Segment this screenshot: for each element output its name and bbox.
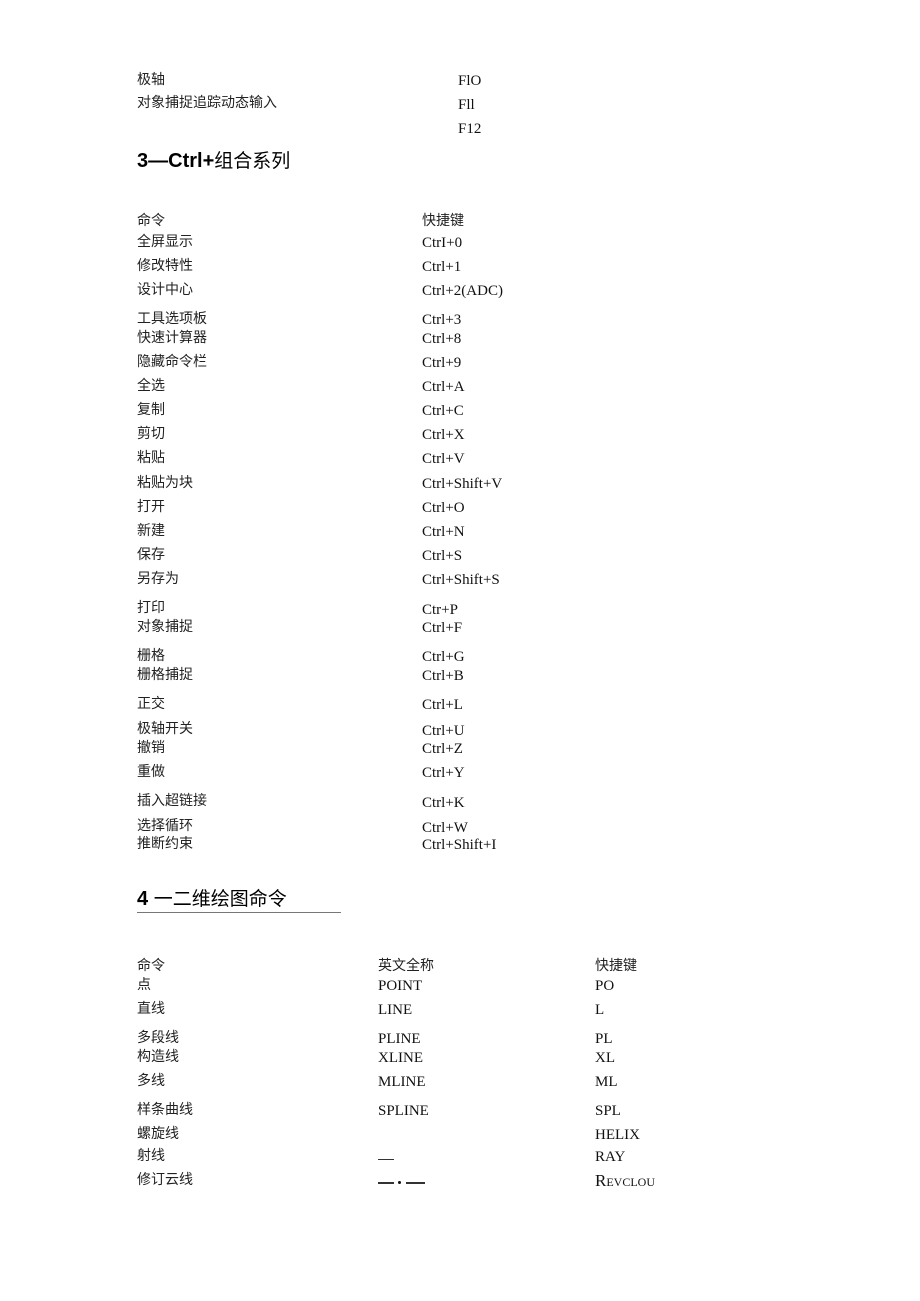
english-name: SPLINE [378, 1103, 429, 1119]
section4-heading: 4 一二维绘图命令 [137, 889, 287, 909]
shortcut-key: Ctrl+3 [422, 312, 462, 328]
command-name: 栅格 [137, 648, 165, 664]
command-name: 撤销 [137, 740, 165, 756]
command-name: 剪切 [137, 426, 165, 442]
shortcut-key: Ctrl+A [422, 379, 465, 395]
command-name: 栅格捕捉 [137, 667, 193, 683]
command-name: 设计中心 [137, 282, 193, 298]
shortcut-key: Ctrl+U [422, 723, 465, 739]
command-name: 打开 [137, 499, 165, 515]
shortcut-key: Ctrl+L [422, 697, 463, 713]
shortcut-key: RAY [595, 1149, 626, 1165]
section3-heading-text: 组合系列 [214, 150, 291, 172]
dash-line-mark [378, 1159, 394, 1160]
shortcut-key: Ctrl+F [422, 620, 463, 636]
command-name: 对象捕捉 [137, 619, 193, 635]
command-name: 射线 [137, 1148, 165, 1164]
dash-line-mark [406, 1182, 425, 1184]
shortcut-key: Ctrl+9 [422, 355, 462, 371]
english-name: XLINE [378, 1050, 423, 1066]
section4-heading-text: 一二维绘图命令 [153, 888, 287, 910]
command-name: 插入超链接 [137, 793, 207, 809]
dot-mark [398, 1181, 401, 1184]
shortcut-key: Ctrl+Y [422, 765, 465, 781]
shortcut-key: XL [595, 1050, 615, 1066]
command-name: 复制 [137, 402, 165, 418]
shortcut-key: Ctrl+2(ADC) [422, 283, 503, 299]
command-name: 对象捕捉追踪动态输入 [137, 95, 277, 111]
section4-heading-num: 4 [137, 888, 149, 910]
section3-heading: 3—Ctrl+组合系列 [137, 151, 290, 171]
command-name: 快速计算器 [137, 330, 207, 346]
shortcut-key: HELIX [595, 1127, 640, 1143]
dash-line-mark [378, 1182, 394, 1184]
section3-heading-num: 3—Ctrl+ [137, 150, 215, 172]
shortcut-key: Ctrl+S [422, 548, 463, 564]
shortcut-key: Revclou [595, 1171, 656, 1190]
shortcut-key: Ctrl+K [422, 795, 465, 811]
column-header-shortcut: 快捷键 [595, 958, 637, 974]
shortcut-key: Ctrl+8 [422, 331, 462, 347]
shortcut-key: Fll [458, 97, 475, 113]
command-name: 新建 [137, 523, 165, 539]
command-name: 另存为 [137, 571, 179, 587]
english-name: LINE [378, 1002, 413, 1018]
command-name: 螺旋线 [137, 1126, 179, 1142]
command-name: 多段线 [137, 1030, 179, 1046]
shortcut-key: Ctrl+B [422, 668, 464, 684]
english-name: PLINE [378, 1031, 421, 1047]
shortcut-key: Ctrl+C [422, 403, 464, 419]
shortcut-key: SPL [595, 1103, 621, 1119]
shortcut-key: Ctrl+O [422, 500, 465, 516]
command-name: 打印 [137, 600, 165, 616]
column-header-command: 命令 [137, 958, 165, 974]
shortcut-key: ML [595, 1074, 618, 1090]
command-name: 修订云线 [137, 1172, 193, 1188]
shortcut-key: L [595, 1002, 605, 1018]
shortcut-key: Ctrl+X [422, 427, 465, 443]
english-name: POINT [378, 978, 423, 994]
command-name: 直线 [137, 1001, 165, 1017]
shortcut-key: PL [595, 1031, 613, 1047]
command-name: 推断约束 [137, 836, 193, 852]
command-name: 极轴 [137, 72, 165, 88]
shortcut-key: PO [595, 978, 615, 994]
shortcut-key: Ctrl+V [422, 451, 465, 467]
command-name: 构造线 [137, 1049, 179, 1065]
shortcut-key: FlO [458, 73, 482, 89]
command-name: 重做 [137, 764, 165, 780]
command-name: 粘贴为块 [137, 475, 193, 491]
shortcut-key: Ctrl+Shift+V [422, 476, 503, 492]
command-name: 极轴开关 [137, 721, 193, 737]
heading-underline [137, 912, 341, 913]
shortcut-key: CtrI+0 [422, 235, 463, 251]
shortcut-key: Ctr+P [422, 602, 458, 618]
shortcut-key: Ctrl+1 [422, 259, 462, 275]
command-name: 样条曲线 [137, 1102, 193, 1118]
command-name: 全选 [137, 378, 165, 394]
command-name: 点 [137, 977, 151, 993]
command-name: 隐藏命令栏 [137, 354, 207, 370]
shortcut-key: Ctrl+N [422, 524, 465, 540]
command-name: 多线 [137, 1073, 165, 1089]
shortcut-key: Ctrl+G [422, 649, 465, 665]
command-name: 粘贴 [137, 450, 165, 466]
english-name: MLINE [378, 1074, 426, 1090]
shortcut-key: Ctrl+Shift+S [422, 572, 500, 588]
column-header-command: 命令 [137, 213, 165, 229]
shortcut-key: Ctrl+Shift+I [422, 837, 497, 853]
command-name: 选择循环 [137, 818, 193, 834]
shortcut-key: F12 [458, 121, 482, 137]
command-name: 保存 [137, 547, 165, 563]
column-header-shortcut: 快捷键 [422, 213, 464, 229]
command-name: 全屏显示 [137, 234, 193, 250]
command-name: 工具选项板 [137, 311, 207, 327]
shortcut-key: Ctrl+W [422, 820, 468, 836]
command-name: 正交 [137, 696, 165, 712]
command-name: 修改特性 [137, 258, 193, 274]
column-header-english: 英文全称 [378, 958, 434, 974]
shortcut-key: Ctrl+Z [422, 741, 463, 757]
